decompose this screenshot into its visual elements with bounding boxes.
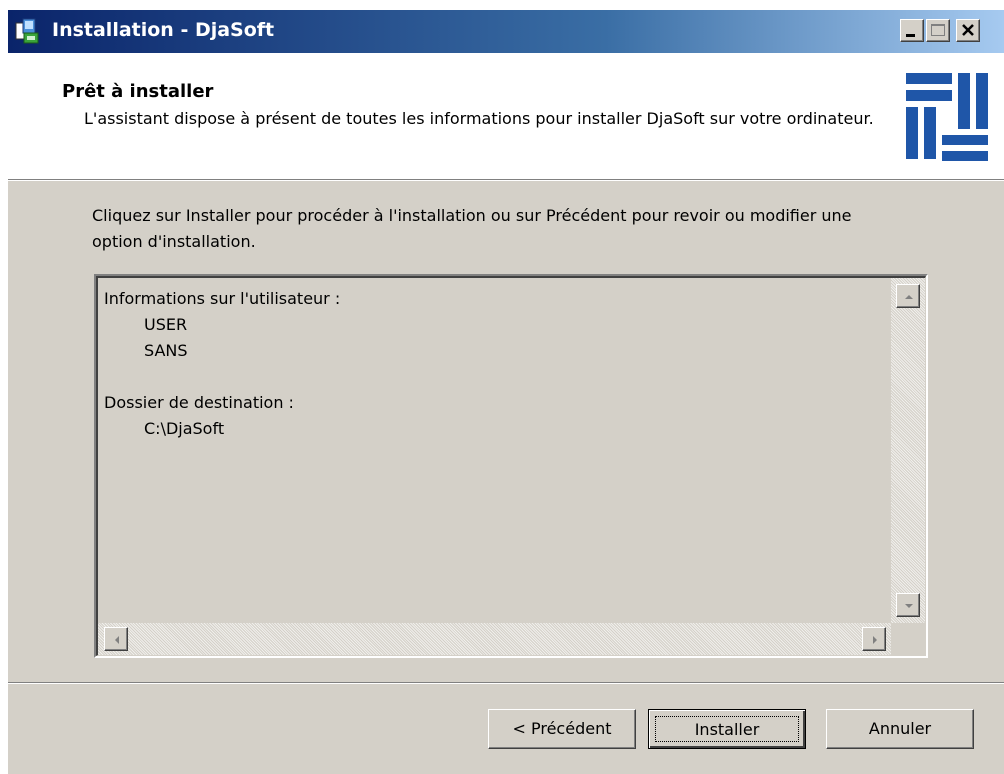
user-section-label: Informations sur l'utilisateur :	[104, 289, 341, 308]
arrow-up-icon	[905, 295, 913, 299]
title-bar[interactable]: Installation - DjaSoft	[8, 10, 1004, 53]
install-button[interactable]: Installer	[648, 709, 806, 749]
close-button[interactable]	[956, 19, 980, 42]
scroll-right-button[interactable]	[862, 627, 886, 651]
scroll-up-button[interactable]	[896, 284, 920, 308]
arrow-down-icon	[905, 604, 913, 608]
maximize-icon	[931, 24, 945, 36]
back-button[interactable]: < Précédent	[488, 709, 636, 749]
wizard-header: Prêt à installer L'assistant dispose à p…	[8, 53, 1004, 180]
summary-content: Informations sur l'utilisateur : USER SANS…	[104, 286, 340, 442]
install-button-label: Installer	[655, 716, 799, 742]
minimize-button[interactable]	[900, 19, 924, 42]
header-divider	[8, 180, 1004, 181]
summary-memo[interactable]: Informations sur l'utilisateur : USER SANS…	[94, 274, 928, 658]
arrow-left-icon	[115, 636, 119, 644]
minimize-icon	[906, 34, 915, 37]
instruction-text: Cliquez sur Installer pour procéder à l'…	[92, 206, 852, 251]
scroll-left-button[interactable]	[104, 627, 128, 651]
installer-window: Installation - DjaSoft Prêt à installer …	[8, 10, 1004, 774]
arrow-right-icon	[873, 636, 877, 644]
footer-divider-highlight	[8, 683, 1004, 684]
vertical-scrollbar[interactable]	[891, 278, 925, 623]
window-title: Installation - DjaSoft	[52, 19, 275, 41]
wizard-logo-icon	[906, 73, 988, 161]
dest-path: C:\DjaSoft	[144, 419, 225, 438]
page-title: Prêt à installer	[62, 81, 214, 102]
user-name: USER	[144, 315, 188, 334]
setup-app-icon	[15, 18, 39, 44]
cancel-button[interactable]: Annuler	[826, 709, 974, 749]
scroll-down-button[interactable]	[896, 593, 920, 617]
dest-section-label: Dossier de destination :	[104, 393, 294, 412]
user-org: SANS	[144, 341, 188, 360]
summary-memo-frame: Informations sur l'utilisateur : USER SANS…	[96, 276, 926, 656]
scrollbar-corner	[891, 623, 925, 655]
horizontal-scrollbar[interactable]	[98, 623, 891, 655]
maximize-button[interactable]	[926, 19, 950, 42]
close-icon	[962, 24, 974, 36]
page-description: L'assistant dispose à présent de toutes …	[84, 109, 874, 128]
